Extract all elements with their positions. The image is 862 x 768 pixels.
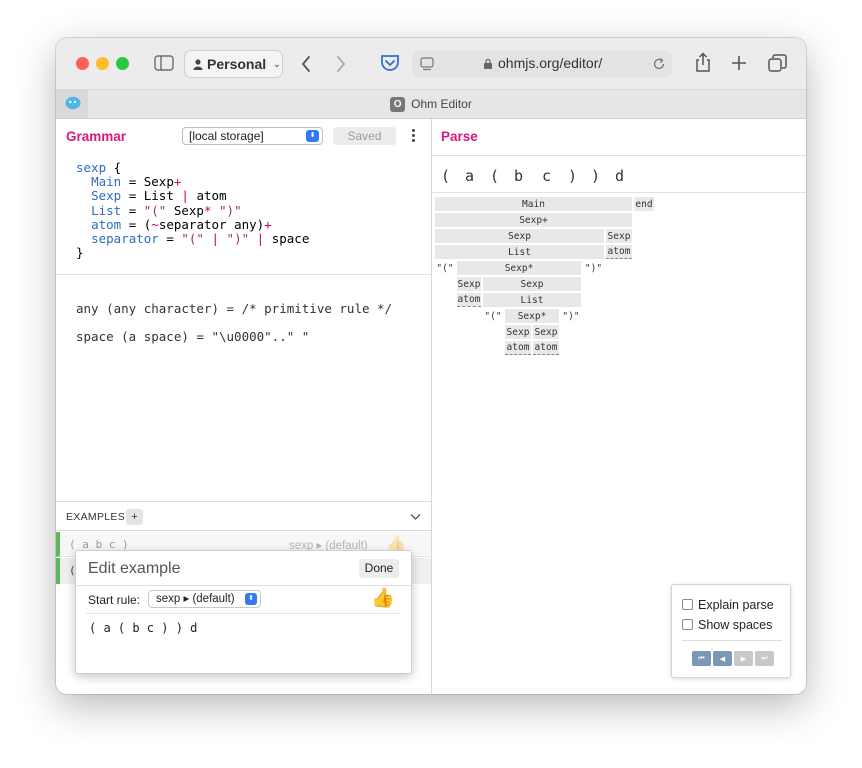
step-forward-icon[interactable]: ▶ <box>734 651 753 666</box>
tab-overview-icon[interactable] <box>768 54 787 73</box>
skip-to-end-icon[interactable]: ⏭ <box>755 651 774 666</box>
select-arrows-icon: ⬍ <box>306 130 319 142</box>
chevron-down-icon: ⌄ <box>273 58 281 69</box>
done-button[interactable]: Done <box>359 559 399 578</box>
page-menu-icon[interactable] <box>420 57 434 71</box>
input-char: b <box>514 167 524 185</box>
close-window-button[interactable] <box>76 57 89 70</box>
start-rule-value: sexp ▸ (default) <box>156 593 235 605</box>
more-options-icon[interactable] <box>410 128 416 144</box>
back-icon[interactable] <box>300 55 312 73</box>
person-icon <box>193 58 203 70</box>
parse-input: ( a ( b c ) ) d <box>432 167 806 189</box>
show-spaces-checkbox[interactable] <box>682 619 693 630</box>
zoom-window-button[interactable] <box>116 57 129 70</box>
skip-to-start-icon[interactable]: ⏮ <box>692 651 711 666</box>
grammar-storage-select[interactable]: [local storage] ⬍ <box>182 127 323 145</box>
explain-parse-label: Explain parse <box>698 598 774 612</box>
show-spaces-label: Show spaces <box>698 618 773 632</box>
pocket-icon[interactable] <box>380 54 400 72</box>
url-text: ohmjs.org/editor/ <box>498 55 603 71</box>
profile-button[interactable]: Personal ⌄ <box>184 50 283 78</box>
grammar-editor[interactable]: sexp { Main = Sexp+ Sexp = List | atom L… <box>76 160 309 260</box>
parse-node[interactable]: Sexp* <box>457 261 581 275</box>
parse-divider <box>432 155 806 156</box>
parse-node[interactable]: Sexp <box>483 277 581 291</box>
add-example-button[interactable]: + <box>126 509 143 525</box>
parse-node[interactable]: Sexp+ <box>435 213 632 227</box>
tab-bar: O Ohm Editor <box>56 90 806 119</box>
parse-node[interactable]: atom <box>457 293 481 307</box>
builtin-rule-any: any (any character) = /* primitive rule … <box>76 301 393 316</box>
dialog-divider <box>86 613 401 614</box>
input-char: ( <box>441 167 451 185</box>
input-char: ) <box>568 167 578 185</box>
parse-node[interactable]: "(" <box>435 261 455 275</box>
tab-title: Ohm Editor <box>411 97 472 111</box>
parse-node[interactable]: List <box>435 245 604 259</box>
pinned-tab[interactable] <box>56 90 88 118</box>
storage-select-value: [local storage] <box>189 129 264 143</box>
share-icon[interactable] <box>694 52 712 72</box>
active-tab[interactable]: O Ohm Editor <box>56 90 806 118</box>
parse-node[interactable]: atom <box>606 245 632 259</box>
sidebar-toggle-icon[interactable] <box>154 55 174 71</box>
parse-divider <box>432 192 806 193</box>
parse-node[interactable]: atom <box>505 341 531 355</box>
thumbs-up-icon[interactable]: 👍 <box>371 586 395 610</box>
profile-label: Personal <box>207 56 267 72</box>
dialog-divider <box>76 585 411 586</box>
parse-node[interactable]: ")" <box>561 309 581 323</box>
parse-title: Parse <box>441 129 478 144</box>
builtin-rule-space: space (a space) = "\u0000".." " <box>76 329 310 344</box>
tab-favicon: O <box>390 96 406 112</box>
parse-node[interactable]: Sexp <box>533 325 559 339</box>
grammar-title: Grammar <box>66 129 127 144</box>
input-char: ( <box>490 167 500 185</box>
lock-icon <box>484 58 492 69</box>
start-rule-label: Start rule: <box>88 593 141 607</box>
reload-icon[interactable] <box>652 57 666 71</box>
input-char: d <box>615 167 625 185</box>
ohm-logo-icon <box>65 96 81 110</box>
parse-node[interactable]: end <box>634 197 654 211</box>
parse-node[interactable]: List <box>483 293 581 307</box>
forward-icon[interactable] <box>335 55 347 73</box>
select-arrows-icon: ⬍ <box>245 593 257 605</box>
edit-example-dialog: Edit example Done Start rule: sexp ▸ (de… <box>75 550 412 674</box>
parse-pane: Parse ( a ( b c ) ) d Main end Sexp+ Sex… <box>432 119 806 694</box>
parse-node[interactable]: Sexp <box>457 277 481 291</box>
grammar-pane: Grammar [local storage] ⬍ Saved sexp { M… <box>56 119 432 694</box>
start-rule-select[interactable]: sexp ▸ (default) ⬍ <box>148 590 261 608</box>
minimize-window-button[interactable] <box>96 57 109 70</box>
parse-node[interactable]: atom <box>533 341 559 355</box>
parse-node[interactable]: Sexp* <box>505 309 559 323</box>
options-divider <box>682 640 782 641</box>
input-char: a <box>465 167 475 185</box>
parse-node[interactable]: Sexp <box>606 229 632 243</box>
saved-button[interactable]: Saved <box>333 127 396 145</box>
input-char: ) <box>591 167 601 185</box>
parse-node[interactable]: Sexp <box>505 325 531 339</box>
examples-title: EXAMPLES <box>66 511 126 523</box>
step-controls: ⏮ ◀ ▶ ⏭ <box>692 651 774 666</box>
parse-node[interactable]: Main <box>435 197 632 211</box>
collapse-chevron-icon[interactable] <box>410 513 421 521</box>
editor-divider <box>56 274 431 275</box>
example-input[interactable]: ( a ( b c ) ) d <box>89 621 197 635</box>
browser-window: Personal ⌄ ohmjs.org/editor/ O Ohm Edito… <box>56 38 806 694</box>
parse-node[interactable]: Sexp <box>435 229 604 243</box>
step-back-icon[interactable]: ◀ <box>713 651 732 666</box>
examples-header: EXAMPLES + <box>56 501 431 531</box>
parse-node[interactable]: ")" <box>583 261 604 275</box>
new-tab-icon[interactable] <box>731 55 747 71</box>
title-bar: Personal ⌄ ohmjs.org/editor/ <box>56 38 806 90</box>
parse-node[interactable]: "(" <box>483 309 503 323</box>
address-bar[interactable]: ohmjs.org/editor/ <box>412 51 672 77</box>
edit-example-title: Edit example <box>88 560 181 577</box>
explain-parse-checkbox[interactable] <box>682 599 693 610</box>
input-char: c <box>542 167 552 185</box>
parse-options-panel: Explain parse Show spaces ⏮ ◀ ▶ ⏭ <box>671 584 791 678</box>
